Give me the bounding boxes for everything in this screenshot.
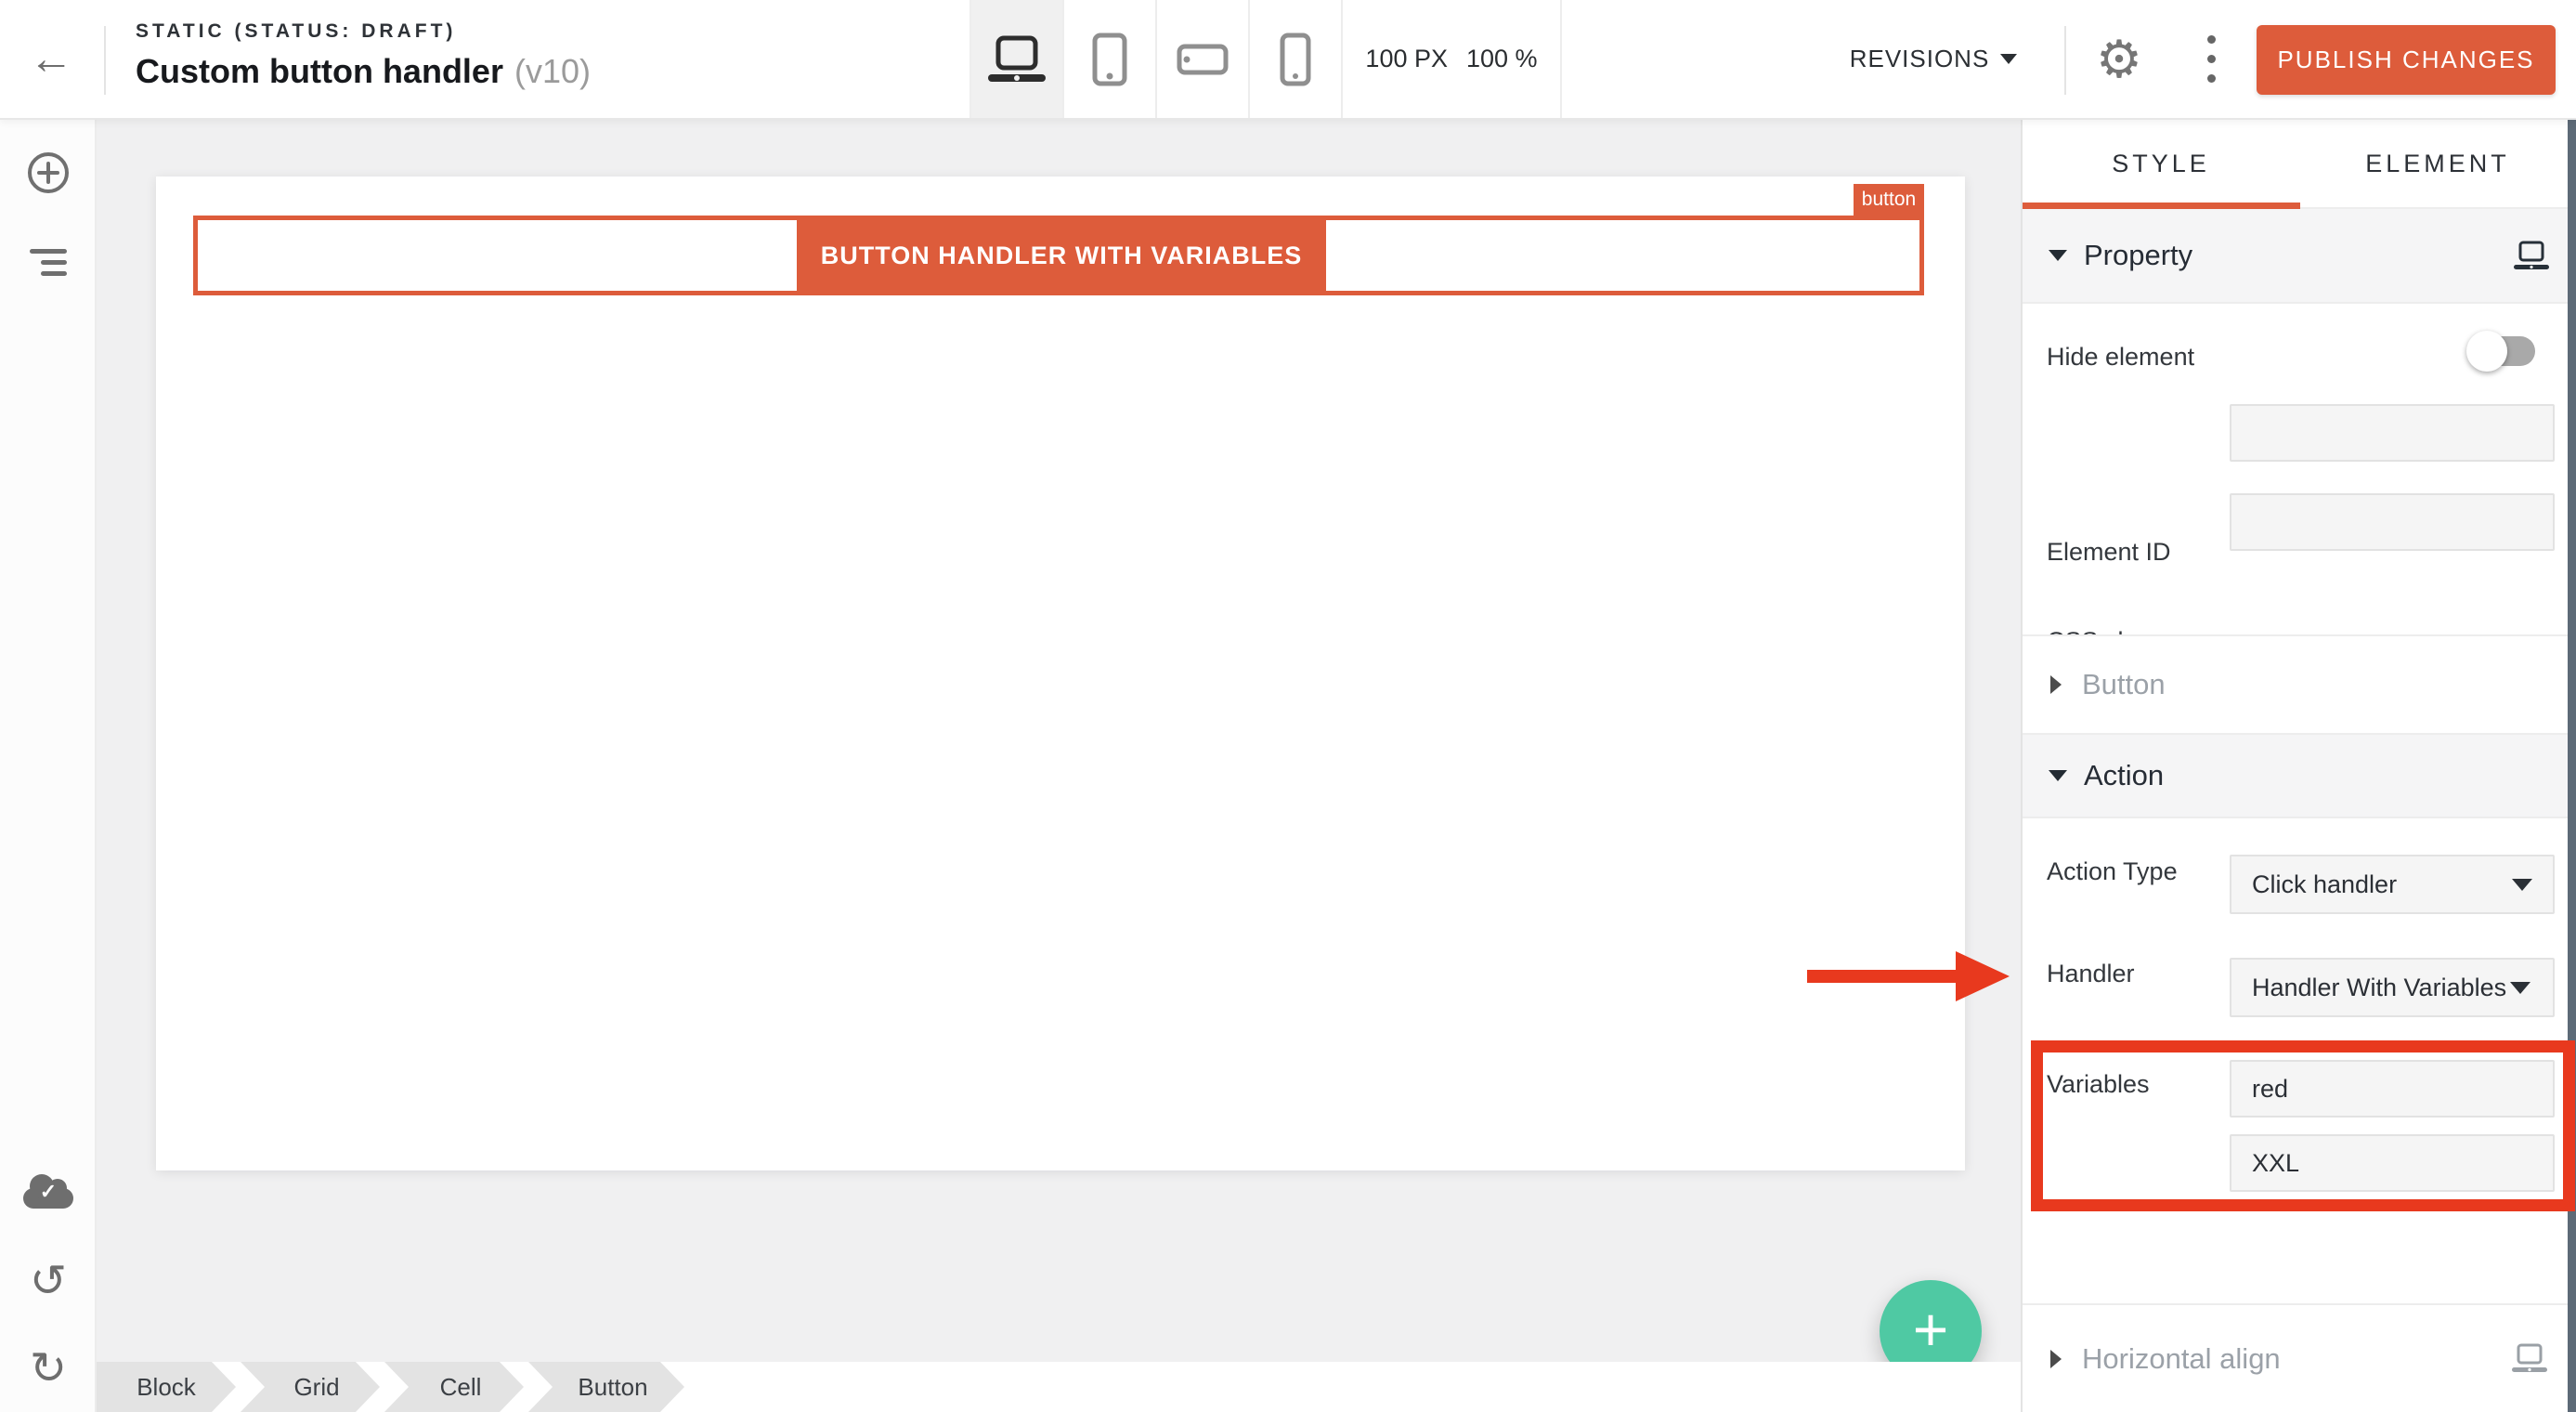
back-arrow-icon: ← [29,37,73,82]
divider [104,26,106,95]
canvas-page [156,176,1965,1170]
device-desktop-button[interactable] [969,0,1062,118]
panel-tabs: STYLE ELEMENT [2023,120,2576,209]
top-bar: ← STATIC (STATUS: DRAFT) Custom button h… [0,0,2576,120]
device-mobile-landscape-button[interactable] [1155,0,1248,118]
section-property-header[interactable]: Property [2023,209,2576,304]
cloud-check-icon: ✓ [23,1188,73,1209]
caret-down-icon [2049,770,2067,781]
tree-view-icon [30,249,67,276]
variable-input-2[interactable] [2230,1134,2555,1192]
handler-label: Handler [2047,960,2135,988]
gear-icon: ⚙ [2096,29,2142,90]
page-status: STATIC (STATUS: DRAFT) [136,20,591,43]
panel-scrollbar[interactable] [2568,120,2576,1412]
more-options-button[interactable] [2188,0,2234,118]
action-type-select[interactable]: Click handler [2230,855,2555,914]
canvas-button-element[interactable]: BUTTON HANDLER WITH VARIABLES [797,220,1326,291]
chevron-down-icon [2510,982,2530,994]
hide-element-label: Hide element [2047,343,2194,372]
device-tablet-button[interactable] [1062,0,1155,118]
revisions-label: REVISIONS [1850,45,1990,73]
viewport-info: 100 PX 100 % [1341,0,1562,118]
undo-icon: ↺ [30,1260,67,1304]
viewport-width: 100 PX [1365,45,1448,73]
plus-icon: + [1913,1299,1949,1360]
options-panel: STYLE ELEMENT Property Hide element Elem… [2021,120,2576,1412]
revisions-dropdown[interactable]: REVISIONS [1841,0,2026,118]
variable-input-1[interactable] [2230,1060,2555,1118]
action-type-label: Action Type [2047,857,2178,886]
back-button[interactable]: ← [0,0,102,118]
selected-element-outline[interactable]: button BUTTON HANDLER WITH VARIABLES [193,216,1924,295]
section-action-header[interactable]: Action [2023,733,2576,818]
section-title: Action [2084,759,2164,792]
tree-view-button[interactable] [0,220,97,304]
variables-label: Variables [2047,1070,2150,1099]
element-id-input[interactable] [2230,404,2555,462]
chevron-down-icon [2000,54,2017,64]
mobile-landscape-icon [1177,43,1229,76]
left-sidebar: ✓ ↺ ↻ [0,120,97,1412]
divider [2064,26,2066,95]
settings-button[interactable]: ⚙ [2083,0,2155,118]
caret-down-icon [2049,250,2067,261]
device-switcher: 100 PX 100 % [969,0,1562,118]
hide-element-toggle[interactable] [2476,336,2535,366]
laptop-icon [2513,241,2550,271]
annotation-arrow [1807,970,1956,983]
breadcrumb: Block Grid Cell Button [97,1362,2021,1412]
breadcrumb-item-block[interactable]: Block [97,1362,236,1412]
device-mobile-portrait-button[interactable] [1248,0,1341,118]
css-class-input[interactable] [2230,493,2555,551]
add-element-button[interactable] [0,131,97,215]
laptop-icon [2511,1343,2548,1374]
tab-style[interactable]: STYLE [2023,120,2299,207]
annotation-arrow-head [1956,951,2010,1001]
element-tag-badge: button [1854,184,1924,216]
tab-element[interactable]: ELEMENT [2299,120,2576,207]
breadcrumb-item-grid[interactable]: Grid [241,1362,380,1412]
section-title: Property [2084,239,2192,272]
section-button-header[interactable]: Button [2023,634,2576,733]
canvas-area: button BUTTON HANDLER WITH VARIABLES + [97,120,2021,1412]
chevron-down-icon [2512,879,2532,891]
kebab-menu-icon [2207,35,2216,44]
caret-right-icon [2050,1350,2062,1368]
undo-button[interactable]: ↺ [0,1240,97,1324]
page-builder-app: ← STATIC (STATUS: DRAFT) Custom button h… [0,0,2576,1412]
active-tab-indicator [2023,203,2300,209]
plus-circle-icon [27,151,70,194]
element-id-label: Element ID [2047,538,2171,567]
mobile-portrait-icon [1279,33,1312,86]
caret-right-icon [2050,675,2062,694]
tablet-icon [1091,33,1128,86]
redo-button[interactable]: ↻ [0,1327,97,1411]
redo-icon: ↻ [30,1347,67,1392]
desktop-icon [987,35,1047,84]
handler-select[interactable]: Handler With Variables [2230,958,2555,1017]
save-status-button[interactable]: ✓ [0,1153,97,1236]
page-version: (v10) [514,52,591,91]
publish-changes-button[interactable]: PUBLISH CHANGES [2257,25,2556,95]
breadcrumb-item-cell[interactable]: Cell [384,1362,524,1412]
breadcrumb-item-button[interactable]: Button [528,1362,684,1412]
viewport-zoom: 100 % [1466,45,1538,73]
title-block: STATIC (STATUS: DRAFT) Custom button han… [136,20,591,91]
section-horizontal-align-header[interactable]: Horizontal align [2023,1303,2576,1412]
page-title: Custom button handler [136,52,503,91]
